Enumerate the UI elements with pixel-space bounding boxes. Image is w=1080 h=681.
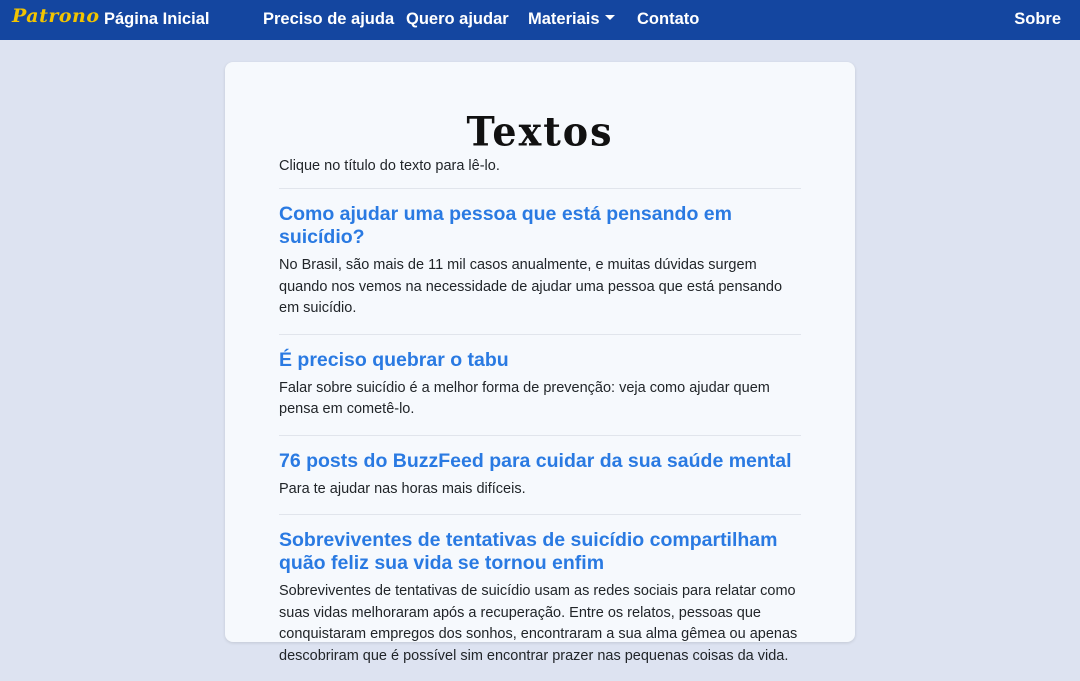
navbar: Patrono Página Inicial Preciso de ajuda …: [0, 0, 1080, 40]
article-item: Sobreviventes de tentativas de suicídio …: [279, 515, 801, 681]
article-title-link[interactable]: 76 posts do BuzzFeed para cuidar da sua …: [279, 450, 801, 473]
article-title-link[interactable]: Sobreviventes de tentativas de suicídio …: [279, 529, 801, 575]
nav-link-help[interactable]: Preciso de ajuda: [263, 10, 394, 29]
content-card: Textos Clique no título do texto para lê…: [225, 62, 855, 664]
article-title-link[interactable]: Como ajudar uma pessoa que está pensando…: [279, 203, 801, 249]
nav-link-about[interactable]: Sobre: [1014, 10, 1061, 29]
article-description: Para te ajudar nas horas mais difíceis.: [279, 480, 526, 497]
article-description: No Brasil, são mais de 11 mil casos anua…: [279, 257, 783, 316]
article-item: É preciso quebrar o tabu Falar sobre sui…: [279, 335, 801, 436]
article-description: Sobreviventes de tentativas de suicídio …: [279, 583, 798, 664]
article-item: Como ajudar uma pessoa que está pensando…: [279, 189, 801, 335]
intro-text: Clique no título do texto para lê-lo.: [279, 158, 801, 189]
article-description: Falar sobre suicídio é a melhor forma de…: [279, 379, 770, 418]
article-title-link[interactable]: É preciso quebrar o tabu: [279, 349, 801, 372]
page-title: Textos: [466, 108, 614, 156]
nav-link-volunteer[interactable]: Quero ajudar: [406, 10, 509, 29]
nav-link-home[interactable]: Página Inicial: [104, 10, 209, 29]
article-list: Clique no título do texto para lê-lo. Co…: [279, 158, 801, 681]
nav-dropdown-materials-label: Materiais: [528, 10, 600, 28]
article-item: 76 posts do BuzzFeed para cuidar da sua …: [279, 436, 801, 515]
nav-dropdown-materials[interactable]: Materiais: [528, 10, 615, 29]
brand-logo[interactable]: Patrono: [12, 5, 100, 27]
caret-down-icon: [604, 15, 615, 21]
nav-link-contact[interactable]: Contato: [637, 10, 699, 29]
